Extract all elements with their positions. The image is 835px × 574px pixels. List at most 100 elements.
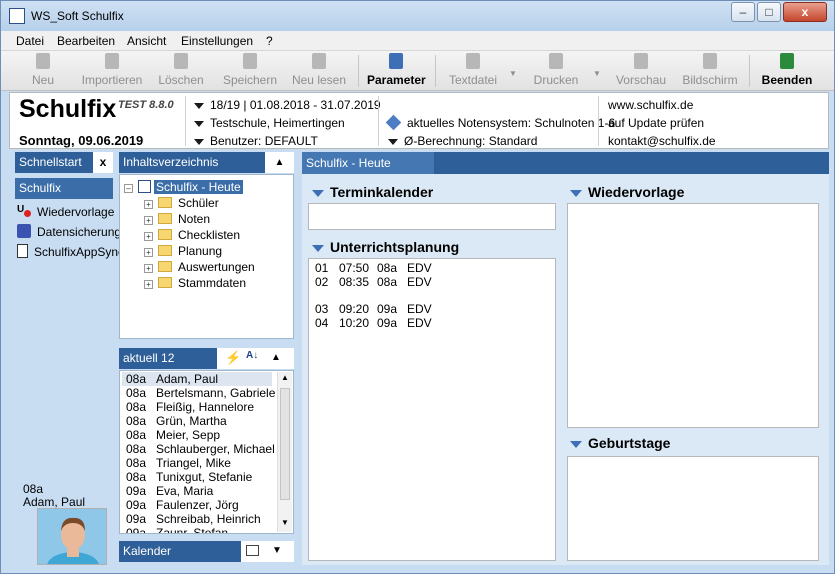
wiedervorlage-title[interactable]: Wiedervorlage (570, 184, 684, 200)
preview-button[interactable]: Vorschau (615, 53, 667, 89)
menu-bearbeiten[interactable]: Bearbeiten (57, 34, 115, 48)
delete-icon (174, 53, 188, 69)
lesson-row[interactable]: 02 08:35 08a EDV (315, 275, 432, 289)
school-selector[interactable]: Testschule, Heimertingen (194, 116, 345, 130)
reminder-icon: U (17, 204, 31, 218)
lesson-row[interactable]: 03 09:20 09a EDV (315, 302, 432, 316)
sort-az-icon[interactable]: A↓ (246, 350, 258, 361)
tree-item-auswertungen[interactable]: + Auswertungen (144, 260, 255, 274)
phone-icon (17, 244, 28, 258)
tree-item-noten[interactable]: + Noten (144, 212, 210, 226)
quickstart-item-appsync[interactable]: SchulfixAppSync (17, 244, 124, 259)
chevron-down-icon (194, 102, 204, 109)
folder-icon (158, 277, 172, 288)
student-row[interactable]: 08a Bertelsmann, Gabriele (126, 386, 275, 400)
folder-icon (158, 197, 172, 208)
parameter-button[interactable]: Parameter (367, 53, 426, 89)
quickstart-close-button[interactable]: x (93, 152, 113, 173)
menu-datei[interactable]: Datei (16, 34, 44, 48)
app-logo: Schulfix (19, 95, 117, 123)
unterrichtsplanung-title[interactable]: Unterrichtsplanung (312, 239, 459, 255)
print-icon (549, 53, 563, 69)
exit-button[interactable]: Beenden (761, 53, 813, 89)
geburtstage-title[interactable]: Geburtstage (570, 435, 670, 451)
chevron-up-icon[interactable]: ▲ (271, 352, 281, 363)
student-row[interactable]: 08a Schlauberger, Michael (126, 442, 275, 456)
save-button[interactable]: Speichern (222, 53, 278, 89)
average-calc-selector[interactable]: Ø-Berechnung: Standard (388, 134, 537, 148)
menu-help[interactable]: ? (266, 34, 273, 48)
import-button[interactable]: Importieren (76, 53, 148, 89)
divider (598, 96, 599, 146)
checklist-icon (138, 180, 151, 193)
version-label: TEST 8.8.0 (118, 99, 174, 111)
update-link[interactable]: auf Update prüfen (608, 116, 704, 130)
students-scrollbar[interactable]: ▲ ▼ (277, 372, 292, 532)
lesson-row[interactable]: 01 07:50 08a EDV (315, 261, 432, 275)
screen-button[interactable]: Bildschirm (680, 53, 740, 89)
delete-button[interactable]: Löschen (157, 53, 205, 89)
expand-icon: + (144, 216, 153, 225)
tree-root[interactable]: – Schulfix - Heute (124, 180, 243, 194)
folder-icon (158, 213, 172, 224)
calendar-icon[interactable] (246, 545, 259, 556)
lesson-row[interactable]: 04 10:20 09a EDV (315, 316, 432, 330)
student-row[interactable]: 08a Grün, Martha (126, 414, 227, 428)
tab-schulfix-heute[interactable]: Schulfix - Heute (302, 152, 434, 174)
chevron-down-icon (312, 189, 324, 197)
preview-icon (634, 53, 648, 69)
menu-ansicht[interactable]: Ansicht (127, 34, 166, 48)
chevron-down-icon (570, 189, 582, 197)
scrollbar-thumb[interactable] (280, 388, 290, 500)
reload-button[interactable]: Neu lesen (291, 53, 347, 89)
chevron-up-icon[interactable]: ▲ (281, 373, 289, 382)
textfile-button[interactable]: Textdatei (447, 53, 499, 89)
grading-system-selector[interactable]: aktuelles Notensystem: Schulnoten 1-6 (385, 114, 615, 131)
user-selector[interactable]: Benutzer: DEFAULT (194, 134, 318, 148)
exit-icon (780, 53, 794, 69)
student-row[interactable]: 08a Triangel, Mike (126, 456, 231, 470)
tree-item-checklisten[interactable]: + Checklisten (144, 228, 240, 242)
student-row[interactable]: 09a Zaunr, Stefan (126, 526, 228, 533)
website-link[interactable]: www.schulfix.de (608, 98, 693, 112)
terminkalender-title[interactable]: Terminkalender (312, 184, 433, 200)
folder-icon (158, 245, 172, 256)
geburtstage-box (567, 456, 819, 561)
student-row[interactable]: 08a Fleißig, Hannelore (126, 400, 254, 414)
tree-item-planung[interactable]: + Planung (144, 244, 222, 258)
expand-icon: + (144, 248, 153, 257)
quickstart-item-wiedervorlage[interactable]: U Wiedervorlage (17, 204, 114, 219)
menu-einstellungen[interactable]: Einstellungen (181, 34, 253, 48)
student-row[interactable]: 09a Schreibab, Heinrich (126, 512, 261, 526)
chevron-down-icon[interactable]: ▼ (281, 518, 289, 527)
reload-icon (312, 53, 326, 69)
student-row[interactable]: 09a Faulenzer, Jörg (126, 498, 239, 512)
new-icon (36, 53, 50, 69)
folder-icon (158, 261, 172, 272)
screen-icon (703, 53, 717, 69)
minimize-button[interactable]: – (731, 2, 755, 22)
student-row[interactable]: 08a Meier, Sepp (126, 428, 220, 442)
lightning-icon[interactable]: ⚡ (225, 350, 241, 366)
main-tab-bar: Schulfix - Heute (302, 152, 829, 174)
quickstart-section-schulfix[interactable]: Schulfix (15, 178, 113, 199)
terminkalender-box (308, 203, 556, 230)
student-row[interactable]: 08a Tunixgut, Stefanie (126, 470, 252, 484)
toc-tree: – Schulfix - Heute + Schüler + Noten + Check… (119, 174, 294, 339)
selected-student-class: 08a (23, 482, 44, 496)
tree-item-stammdaten[interactable]: + Stammdaten (144, 276, 246, 290)
print-button[interactable]: Drucken (532, 53, 580, 89)
student-row[interactable]: 08a Adam, Paul (126, 372, 218, 386)
school-year-selector[interactable]: 18/19 | 01.08.2018 - 31.07.2019 (194, 98, 381, 112)
student-row[interactable]: 09a Eva, Maria (126, 484, 213, 498)
app-icon (9, 8, 25, 24)
quickstart-item-datensicherung[interactable]: Datensicherung (17, 224, 121, 239)
new-button[interactable]: Neu (29, 53, 57, 89)
maximize-button[interactable]: □ (757, 2, 781, 22)
info-bar: Schulfix TEST 8.8.0 Sonntag, 09.06.2019 … (9, 92, 829, 149)
toc-collapse-button[interactable]: ▲ (265, 152, 294, 173)
contact-link[interactable]: kontakt@schulfix.de (608, 134, 716, 148)
tree-item-schueler[interactable]: + Schüler (144, 196, 219, 210)
close-button[interactable]: x (783, 2, 827, 22)
chevron-down-icon[interactable]: ▼ (272, 545, 282, 556)
